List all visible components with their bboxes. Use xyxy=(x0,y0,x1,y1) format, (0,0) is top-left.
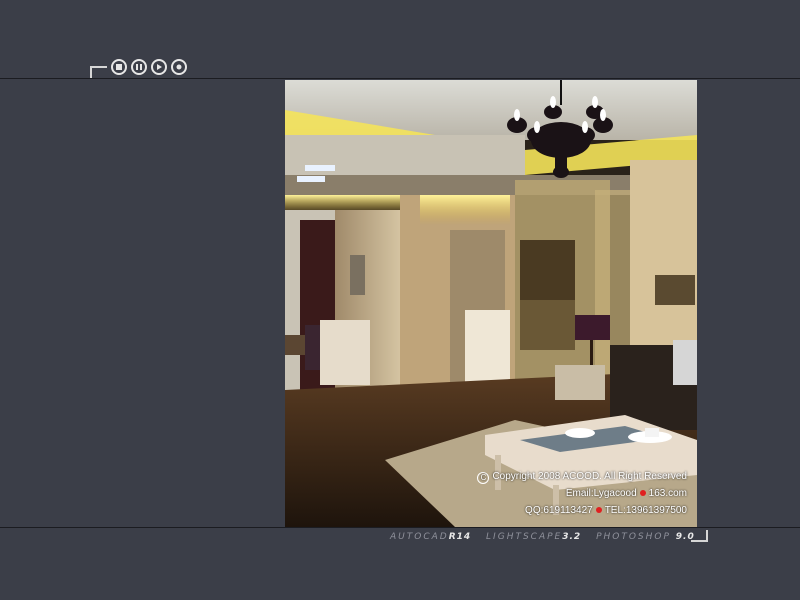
copyright-block: C Copyright 2008 ACOOD. All Right Reserve… xyxy=(477,468,687,519)
record-icon xyxy=(176,64,182,70)
stop-button[interactable] xyxy=(111,59,127,75)
stop-icon xyxy=(116,64,122,70)
pause-icon xyxy=(136,64,142,70)
interior-render-image xyxy=(285,80,697,527)
playback-controls xyxy=(111,59,187,75)
software-photoshop: PHOTOSHOP 9.0 xyxy=(596,532,695,542)
contact-line: QQ:619113427 TEL:13961397500 xyxy=(525,505,687,516)
interior-render-photo: C Copyright 2008 ACOOD. All Right Reserve… xyxy=(285,80,697,527)
corner-bracket-bottom-right xyxy=(691,530,708,542)
corner-bracket-top-left xyxy=(90,66,107,78)
software-autocad: AUTOCADR14 xyxy=(390,532,472,542)
red-dot-icon xyxy=(595,507,602,513)
copyright-line: C Copyright 2008 ACOOD. All Right Reserve… xyxy=(477,468,687,485)
play-button[interactable] xyxy=(151,59,167,75)
software-credits: AUTOCADR14 LIGHTSCAPE3.2 PHOTOSHOP 9.0 xyxy=(390,532,705,542)
pause-button[interactable] xyxy=(131,59,147,75)
red-dot-icon xyxy=(639,490,646,496)
record-button[interactable] xyxy=(171,59,187,75)
copyright-symbol-icon: C xyxy=(477,472,490,484)
software-lightscape: LIGHTSCAPE3.2 xyxy=(486,532,582,542)
email-line: Email:Lygacood 163.com xyxy=(565,488,687,499)
gallery-stage: C Copyright 2008 ACOOD. All Right Reserve… xyxy=(0,0,800,600)
play-icon xyxy=(157,64,162,70)
